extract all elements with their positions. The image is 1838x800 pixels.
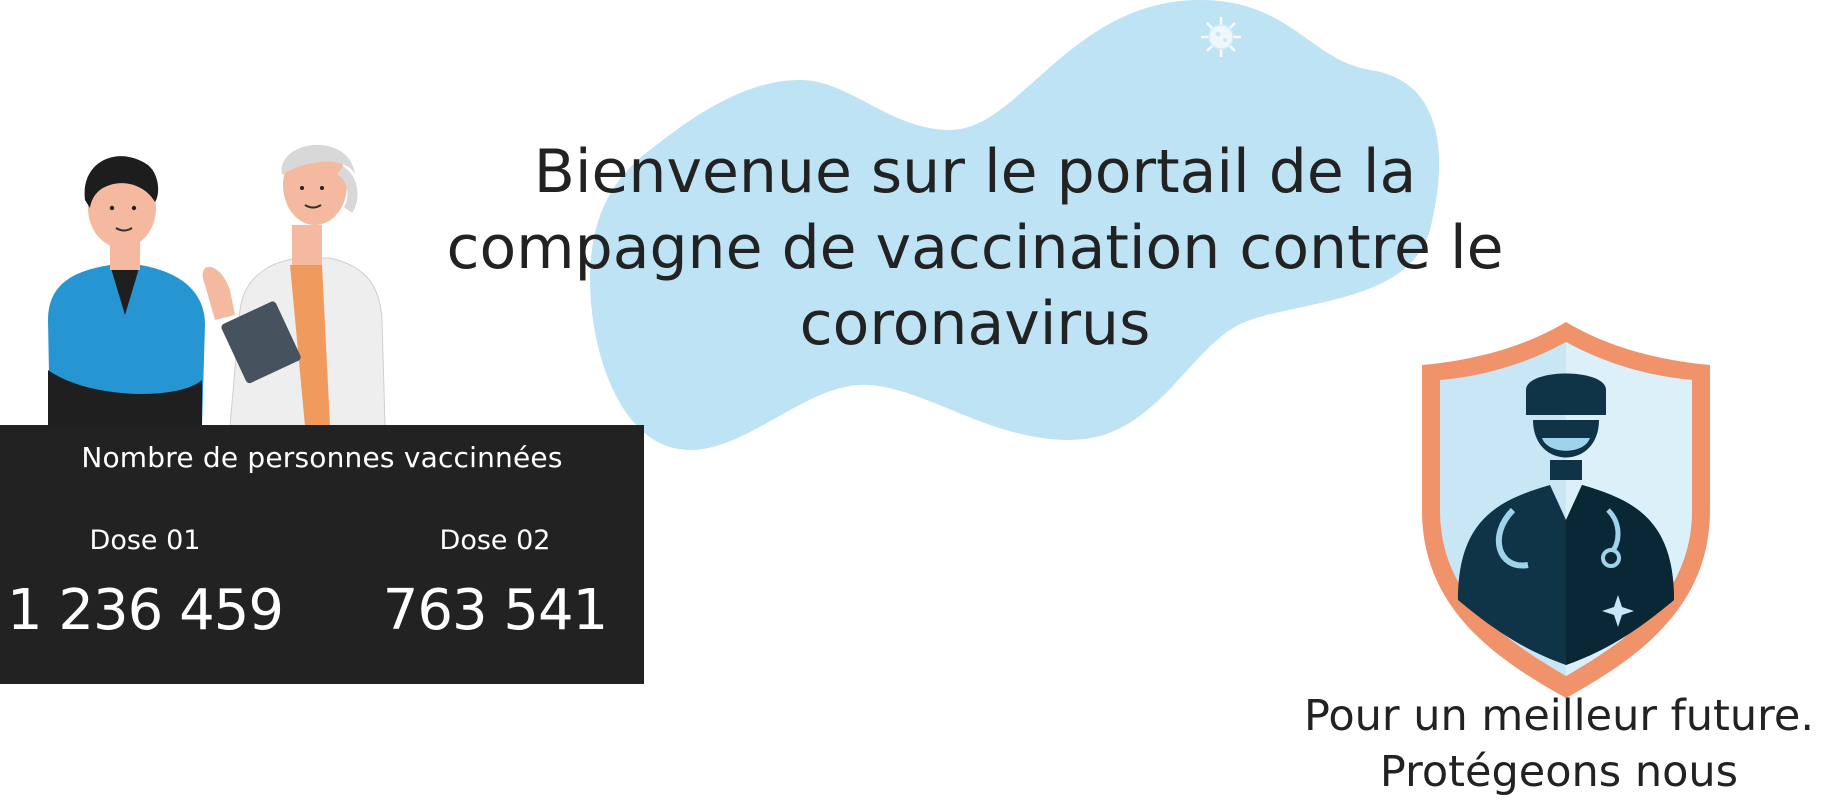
dose-label: Dose 01 [89, 525, 201, 556]
shield-doctor-icon [1422, 322, 1710, 698]
stats-heading: Nombre de personnes vaccinnées [81, 441, 563, 474]
tagline-line-2: Protégeons nous [1379, 747, 1739, 797]
tagline: Pour un meilleur future. Protégeons nous [1280, 688, 1838, 800]
virus-icon [1201, 17, 1241, 57]
dose-2-stat: Dose 02 763 541 [350, 525, 640, 643]
dose-value: 1 236 459 [6, 578, 284, 643]
patient-and-doctor-illustration [48, 144, 386, 426]
patient-figure [48, 156, 205, 426]
dose-label: Dose 02 [439, 525, 551, 556]
doctor-figure [202, 144, 386, 426]
tagline-line-1: Pour un meilleur future. [1303, 691, 1815, 741]
dose-1-stat: Dose 01 1 236 459 [0, 525, 290, 643]
dose-value: 763 541 [382, 578, 609, 643]
vaccination-stats-panel: Nombre de personnes vaccinnées Dose 01 1… [0, 425, 644, 684]
page-title: Bienvenue sur le portail de la compagne … [446, 137, 1504, 359]
